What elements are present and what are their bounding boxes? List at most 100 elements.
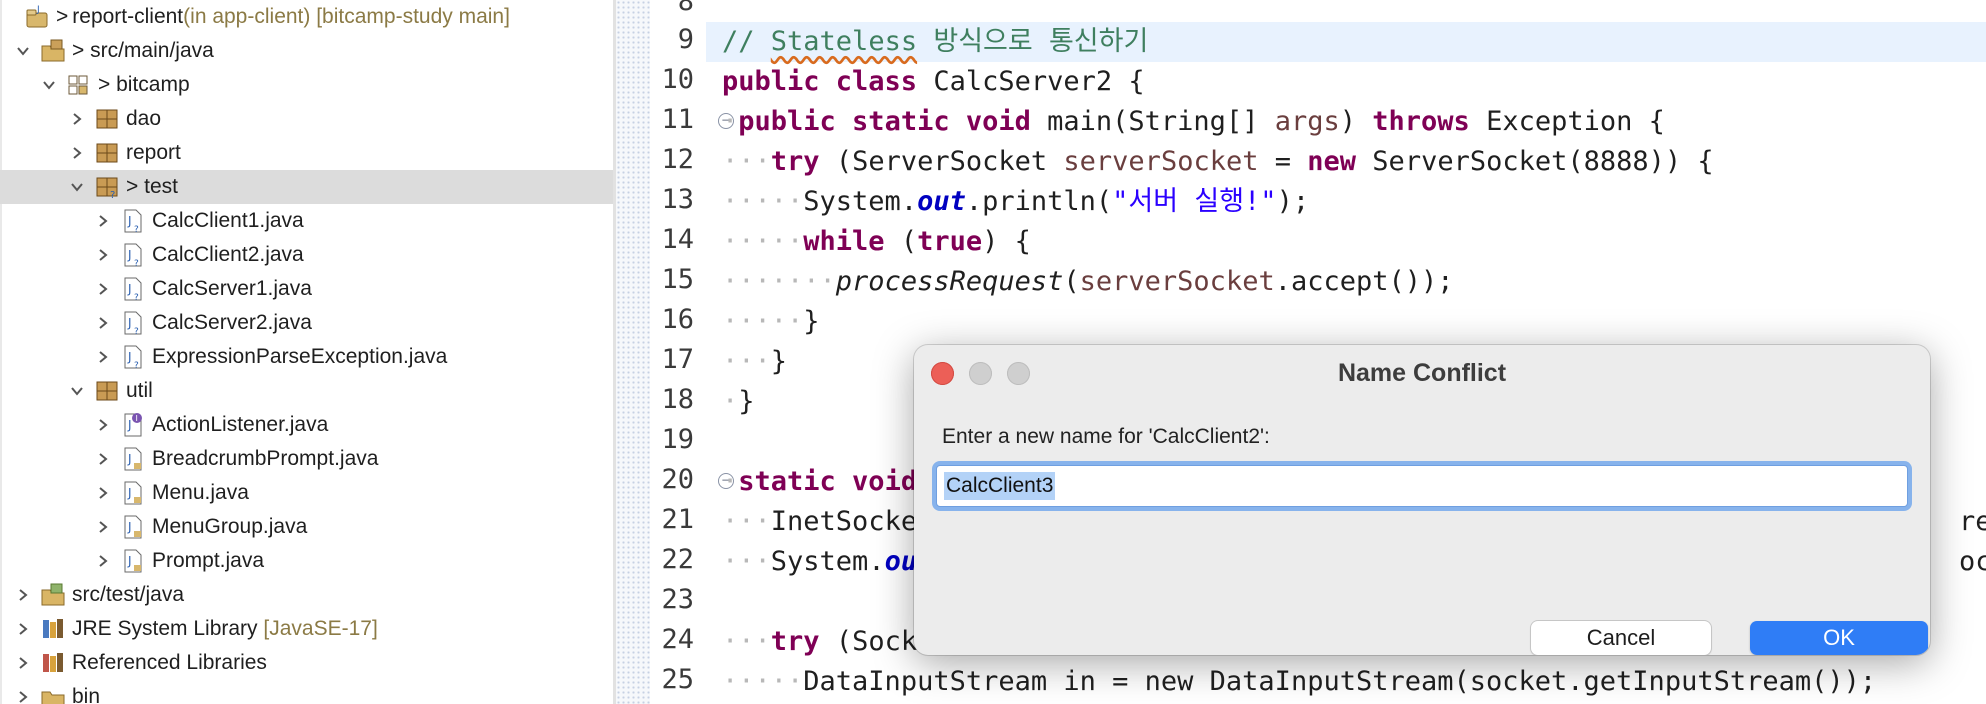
tree-item-actionlistener[interactable]: JI ActionListener.java bbox=[0, 408, 613, 442]
line-number: 23 bbox=[661, 584, 694, 615]
tree-item-util[interactable]: util bbox=[0, 374, 613, 408]
chevron-right-icon[interactable] bbox=[68, 102, 86, 136]
tree-item-calcclient2[interactable]: J? CalcClient2.java bbox=[0, 238, 613, 272]
svg-text:J: J bbox=[127, 282, 132, 296]
java-file-icon: J bbox=[120, 480, 146, 506]
chevron-right-icon[interactable] bbox=[94, 204, 112, 238]
tree-item-expressionparseexception[interactable]: J? ExpressionParseException.java bbox=[0, 340, 613, 374]
chevron-right-icon[interactable] bbox=[68, 136, 86, 170]
svg-text:?: ? bbox=[134, 327, 139, 336]
tree-item-jre-system-library[interactable]: JRE System Library [JavaSE-17] bbox=[0, 612, 613, 646]
line-number: 12 bbox=[661, 144, 694, 175]
tree-item-menugroup[interactable]: J MenuGroup.java bbox=[0, 510, 613, 544]
code-line-15: ·······processRequest(serverSocket.accep… bbox=[722, 266, 1454, 297]
svg-text:J: J bbox=[127, 418, 132, 432]
chevron-down-icon[interactable] bbox=[68, 170, 86, 204]
chevron-down-icon[interactable] bbox=[68, 374, 86, 408]
tree-item-bitcamp[interactable]: > bitcamp bbox=[0, 68, 613, 102]
line-number: 13 bbox=[661, 184, 694, 215]
tree-project-report-client[interactable]: J > report-client (in app-client) [bitca… bbox=[0, 0, 613, 34]
line-number: 21 bbox=[661, 504, 694, 535]
tree-label-referenced-libraries: Referenced Libraries bbox=[72, 651, 267, 674]
folder-icon bbox=[40, 684, 66, 704]
new-name-value[interactable]: CalcClient3 bbox=[944, 472, 1056, 500]
library-icon bbox=[40, 616, 66, 642]
svg-text:J: J bbox=[127, 316, 132, 330]
package-explorer: J > report-client (in app-client) [bitca… bbox=[0, 0, 613, 704]
java-file-icon: J bbox=[120, 446, 146, 472]
code-line-12: ···try (ServerSocket serverSocket = new … bbox=[722, 146, 1714, 177]
java-file-icon: J? bbox=[120, 276, 146, 302]
tree-label-prompt: Prompt.java bbox=[152, 549, 265, 572]
tree-label-dao: dao bbox=[126, 107, 162, 130]
line-number: 9 bbox=[677, 24, 694, 55]
tree-label-expressionparseexception: ExpressionParseException.java bbox=[152, 345, 448, 368]
svg-text:?: ? bbox=[110, 190, 115, 200]
chevron-down-icon[interactable] bbox=[40, 68, 58, 102]
tree-label-bitcamp: > bitcamp bbox=[98, 73, 190, 96]
code-line-16: ·····} bbox=[722, 306, 820, 337]
svg-text:J: J bbox=[127, 554, 132, 568]
svg-text:J: J bbox=[127, 248, 132, 262]
tree-item-calcserver2[interactable]: J? CalcServer2.java bbox=[0, 306, 613, 340]
code-line-11: ·public static void main(String[] args) … bbox=[722, 106, 1665, 137]
tree-item-test[interactable]: ? > test bbox=[0, 170, 613, 204]
java-interface-file-icon: JI bbox=[120, 412, 146, 438]
line-number: 24 bbox=[661, 624, 694, 655]
tree-label-calcclient2: CalcClient2.java bbox=[152, 243, 304, 266]
tree-label-menu: Menu.java bbox=[152, 481, 249, 504]
project-icon: J bbox=[24, 4, 50, 30]
chevron-right-icon[interactable] bbox=[94, 340, 112, 374]
chevron-right-icon[interactable] bbox=[14, 646, 32, 680]
tree-item-src-main-java[interactable]: > src/main/java bbox=[0, 34, 613, 68]
java-file-icon: J? bbox=[120, 208, 146, 234]
line-number: 17 bbox=[661, 344, 694, 375]
package-icon: ? bbox=[94, 174, 120, 200]
chevron-right-icon[interactable] bbox=[94, 408, 112, 442]
svg-text:?: ? bbox=[134, 259, 139, 268]
code-line-13: ·····System.out.println("서버 실행!"); bbox=[722, 186, 1310, 217]
java-file-icon: J bbox=[120, 514, 146, 540]
tree-item-calcclient1[interactable]: J? CalcClient1.java bbox=[0, 204, 613, 238]
line-number: 25 bbox=[661, 664, 694, 695]
new-name-field[interactable]: CalcClient3 bbox=[936, 465, 1908, 507]
svg-text:J: J bbox=[127, 350, 132, 364]
chevron-right-icon[interactable] bbox=[94, 442, 112, 476]
tree-item-prompt[interactable]: J Prompt.java bbox=[0, 544, 613, 578]
chevron-right-icon[interactable] bbox=[94, 238, 112, 272]
code-line-14: ·····while (true) { bbox=[722, 226, 1031, 257]
chevron-right-icon[interactable] bbox=[94, 306, 112, 340]
chevron-right-icon[interactable] bbox=[94, 510, 112, 544]
chevron-right-icon[interactable] bbox=[14, 612, 32, 646]
cancel-button[interactable]: Cancel bbox=[1531, 621, 1711, 655]
dialog-titlebar[interactable]: Name Conflict bbox=[914, 345, 1930, 401]
tree-item-menu[interactable]: J Menu.java bbox=[0, 476, 613, 510]
chevron-right-icon[interactable] bbox=[94, 476, 112, 510]
java-file-icon: J? bbox=[120, 242, 146, 268]
line-number-gutter: 8 9 10 11 12 13 14 15 16 17 18 19 20 21 … bbox=[650, 0, 734, 704]
line-number: 14 bbox=[661, 224, 694, 255]
project-name: report-client bbox=[72, 5, 184, 28]
tree-item-referenced-libraries[interactable]: Referenced Libraries bbox=[0, 646, 613, 680]
tree-label-breadcrumbprompt: BreadcrumbPrompt.java bbox=[152, 447, 379, 470]
ok-button[interactable]: OK bbox=[1750, 621, 1928, 655]
tree-item-breadcrumbprompt[interactable]: J BreadcrumbPrompt.java bbox=[0, 442, 613, 476]
tree-item-bin[interactable]: bin bbox=[0, 680, 613, 704]
line-number: 22 bbox=[661, 544, 694, 575]
java-file-icon: J? bbox=[120, 310, 146, 336]
tree-item-src-test-java[interactable]: src/test/java bbox=[0, 578, 613, 612]
chevron-down-icon[interactable] bbox=[14, 34, 32, 68]
java-file-icon: J? bbox=[120, 344, 146, 370]
tree-item-dao[interactable]: dao bbox=[0, 102, 613, 136]
tree-item-report[interactable]: report bbox=[0, 136, 613, 170]
chevron-right-icon[interactable] bbox=[14, 578, 32, 612]
chevron-right-icon[interactable] bbox=[94, 544, 112, 578]
chevron-right-icon[interactable] bbox=[14, 680, 32, 704]
tree-label-jre-system-library: JRE System Library [JavaSE-17] bbox=[72, 617, 378, 640]
code-line-25: ·····DataInputStream in = new DataInputS… bbox=[722, 666, 1877, 697]
line-number: 8 bbox=[677, 0, 694, 17]
chevron-right-icon[interactable] bbox=[94, 272, 112, 306]
java-file-icon: J bbox=[120, 548, 146, 574]
project-context: (in app-client) [bitcamp-study main] bbox=[183, 5, 510, 28]
tree-item-calcserver1[interactable]: J? CalcServer1.java bbox=[0, 272, 613, 306]
